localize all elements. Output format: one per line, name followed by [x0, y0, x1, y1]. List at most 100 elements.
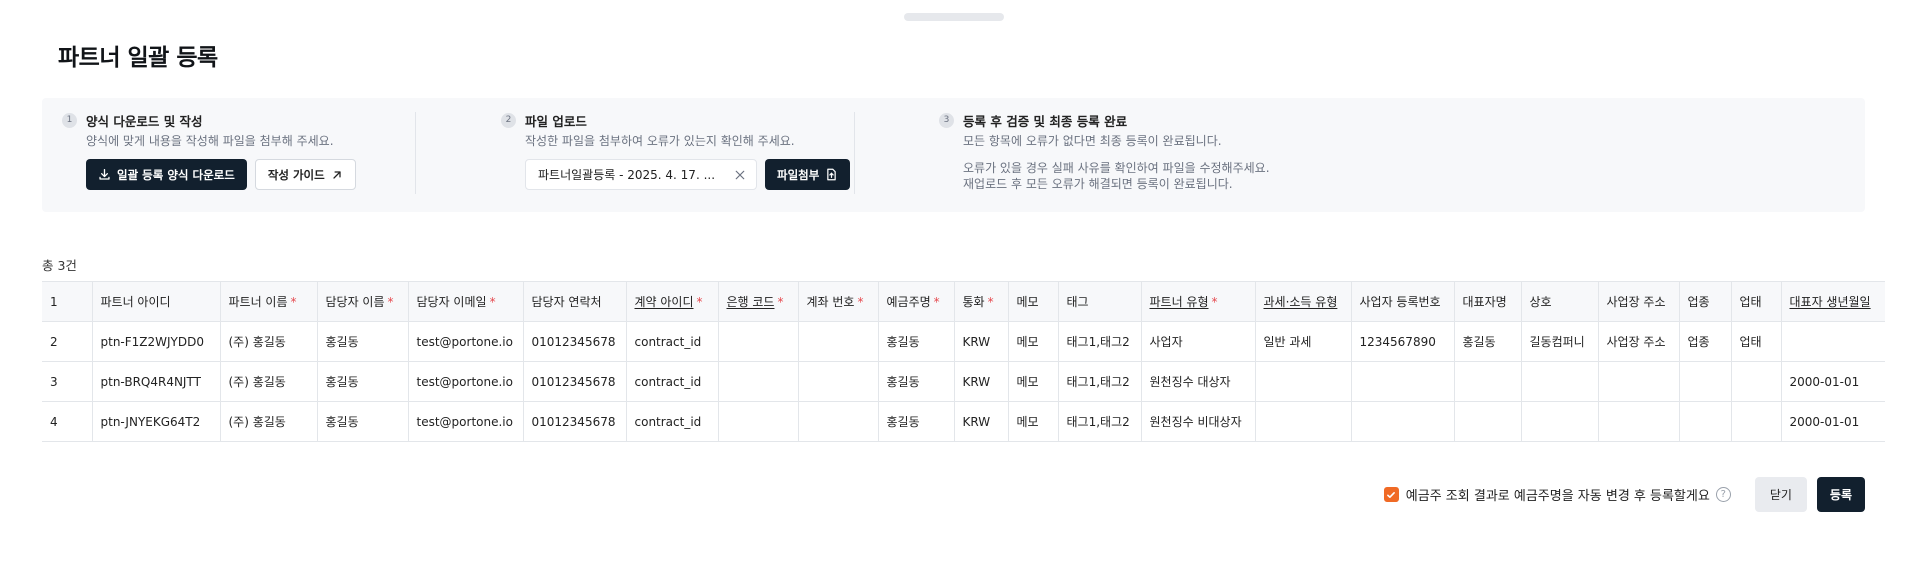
table-cell: 홍길동	[877, 361, 955, 402]
table-cell	[1730, 361, 1782, 402]
column-header-label: 사업장 주소	[1606, 295, 1666, 309]
writing-guide-label: 작성 가이드	[267, 167, 325, 182]
attach-file-button[interactable]: 파일첨부	[765, 159, 851, 190]
table-cell: 태그1,태그2	[1057, 321, 1142, 362]
table-cell	[1520, 401, 1599, 442]
download-icon	[98, 168, 111, 181]
auto-rename-checkbox[interactable]	[1383, 487, 1399, 502]
register-button[interactable]: 등록	[1816, 477, 1865, 512]
page-title: 파트너 일괄 등록	[58, 45, 218, 71]
table-cell: contract_id	[625, 361, 719, 402]
table-cell: 일반 과세	[1254, 321, 1352, 362]
column-header-label: 파트너 이름	[228, 295, 288, 309]
column-header: 사업장 주소	[1597, 281, 1680, 322]
table-cell: 2	[42, 321, 93, 362]
column-header[interactable]: 파트너 유형 *	[1140, 281, 1256, 322]
column-header: 사업자 등록번호	[1350, 281, 1455, 322]
table-cell: 메모	[1007, 361, 1059, 402]
required-mark: *	[857, 295, 864, 309]
column-header: 담당자 이름 *	[316, 281, 409, 322]
download-template-label: 일괄 등록 양식 다운로드	[117, 167, 235, 182]
table-cell: test@portone.io	[407, 361, 524, 402]
table-cell: test@portone.io	[407, 401, 524, 442]
step-description: 모든 항목에 오류가 없다면 최종 등록이 완료됩니다.	[963, 134, 1222, 148]
table-cell: (주) 홍길동	[219, 321, 318, 362]
table-cell: 원천징수 비대상자	[1140, 401, 1256, 442]
column-header: 1	[42, 281, 93, 322]
table-header-row: 1 파트너 아이디 파트너 이름 * 담당자 이름 * 담당자 이메일 * 담당자 연락처 계약 …	[42, 281, 1885, 322]
column-header[interactable]: 과세·소득 유형	[1254, 281, 1352, 322]
column-header-label: 담당자 이메일	[416, 295, 487, 309]
step-title: 등록 후 검증 및 최종 등록 완료	[963, 113, 1128, 129]
table-cell: 업태	[1730, 321, 1782, 362]
table-cell: 원천징수 대상자	[1140, 361, 1256, 402]
table-cell: 메모	[1007, 321, 1059, 362]
column-header: 업태	[1730, 281, 1782, 322]
file-upload-icon	[825, 168, 838, 181]
close-icon[interactable]	[734, 169, 746, 181]
table-cell	[717, 401, 799, 442]
step-number: 3	[939, 112, 954, 128]
column-header[interactable]: 대표자 생년월일	[1780, 281, 1885, 322]
column-header-label: 과세·소득 유형	[1263, 295, 1338, 309]
step-title: 양식 다운로드 및 작성	[86, 113, 203, 129]
table-cell	[797, 321, 879, 362]
table-cell: 홍길동	[1453, 321, 1522, 362]
required-mark: *	[387, 295, 394, 309]
table-cell: ptn-JNYEKG64T2	[91, 401, 221, 442]
column-header-label: 상호	[1529, 295, 1552, 309]
table-cell: 2000-01-01	[1780, 401, 1885, 442]
column-header[interactable]: 은행 코드 *	[717, 281, 799, 322]
help-icon[interactable]: ?	[1715, 487, 1731, 502]
external-arrow-icon	[331, 169, 343, 181]
table-cell	[1453, 401, 1522, 442]
writing-guide-button[interactable]: 작성 가이드	[254, 159, 356, 190]
table-row: 4 ptn-JNYEKG64T2 (주) 홍길동 홍길동 test@portone.io…	[42, 401, 1885, 442]
table-cell: (주) 홍길동	[219, 401, 318, 442]
column-header-label: 담당자 연락처	[531, 295, 602, 309]
table-cell	[1520, 361, 1599, 402]
close-button[interactable]: 닫기	[1754, 477, 1807, 512]
table-cell: KRW	[953, 321, 1009, 362]
table-cell	[717, 361, 799, 402]
column-header-label: 대표자명	[1462, 295, 1507, 309]
table-cell: 길동컴퍼니	[1520, 321, 1599, 362]
table-cell: 4	[42, 401, 93, 442]
table-cell	[1254, 401, 1352, 442]
table-cell	[1678, 401, 1732, 442]
column-header-label: 파트너 아이디	[100, 295, 171, 309]
step-upload: 2 파일 업로드 작성한 파일을 첨부하여 오류가 있는지 확인해 주세요. 파…	[501, 112, 901, 190]
table-cell	[1453, 361, 1522, 402]
step-divider	[415, 112, 416, 194]
column-header: 파트너 아이디	[91, 281, 221, 322]
column-header-label: 대표자 생년월일	[1789, 295, 1871, 309]
table-cell: 3	[42, 361, 93, 402]
column-header-label: 계약 아이디	[634, 295, 694, 309]
table-cell	[1678, 361, 1732, 402]
table-cell	[797, 361, 879, 402]
table-cell: 메모	[1007, 401, 1059, 442]
download-template-button[interactable]: 일괄 등록 양식 다운로드	[86, 159, 247, 190]
step-title: 파일 업로드	[525, 113, 587, 129]
column-header[interactable]: 계약 아이디 *	[625, 281, 719, 322]
auto-rename-label: 예금주 조회 결과로 예금주명을 자동 변경 후 등록할게요	[1405, 489, 1710, 504]
required-mark: *	[489, 295, 496, 309]
step-verify: 3 등록 후 검증 및 최종 등록 완료 모든 항목에 오류가 없다면 최종 등…	[939, 112, 1359, 192]
table-cell: KRW	[953, 401, 1009, 442]
table-cell: contract_id	[625, 321, 719, 362]
uploaded-file-chip: 파트너일괄등록 - 2025. 4. 17. ...	[525, 159, 757, 190]
column-header-label: 은행 코드	[726, 295, 775, 309]
table-cell: 홍길동	[316, 321, 409, 362]
step-number: 2	[501, 112, 516, 128]
table-cell: 홍길동	[316, 401, 409, 442]
drag-handle[interactable]	[904, 13, 1004, 21]
table-cell: 태그1,태그2	[1057, 401, 1142, 442]
table-cell: 2000-01-01	[1780, 361, 1885, 402]
table-cell: 01012345678	[522, 401, 627, 442]
column-header: 태그	[1057, 281, 1142, 322]
column-header-label: 메모	[1016, 295, 1039, 309]
table-cell: 홍길동	[316, 361, 409, 402]
table-cell	[1597, 361, 1680, 402]
table-cell: 사업장 주소	[1597, 321, 1680, 362]
step-download: 1 양식 다운로드 및 작성 양식에 맞게 내용을 작성해 파일을 첨부해 주세…	[62, 112, 412, 190]
